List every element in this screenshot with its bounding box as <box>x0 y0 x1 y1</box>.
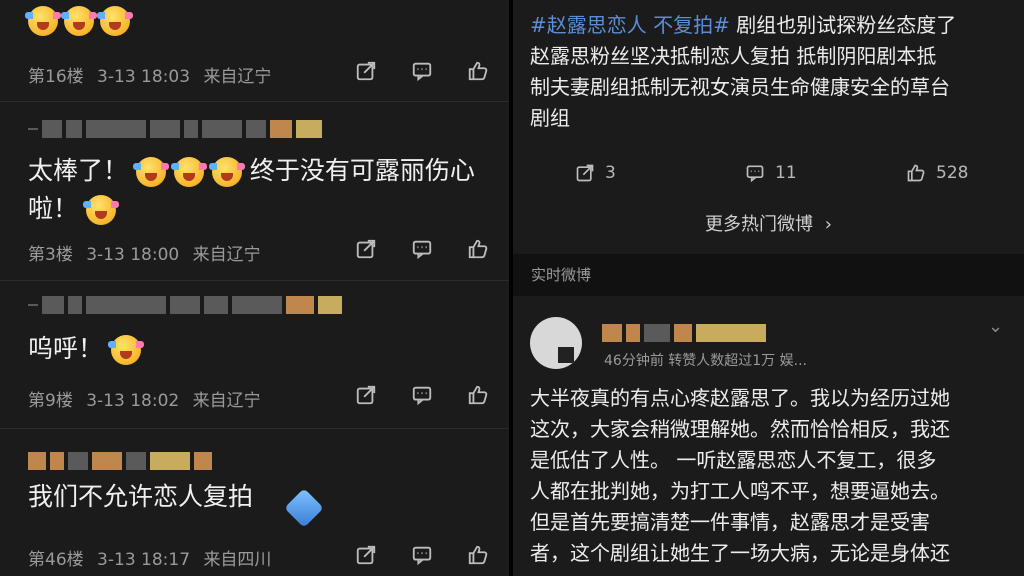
floor-number: 第9楼 <box>28 391 73 411</box>
emoji-row <box>25 6 133 36</box>
share-icon[interactable] <box>353 58 379 84</box>
hashtag-link[interactable]: #赵露思恋人 不复拍# <box>530 13 730 37</box>
comment-text: 太棒了！ 终于没有可露丽伤心 <box>28 156 475 187</box>
more-hot-posts-link[interactable]: 更多热门微博 › <box>513 210 1024 236</box>
post-line: 这次，大家会稍微理解她。然而恰恰相反，我还 <box>530 417 950 441</box>
like-icon[interactable] <box>465 542 491 568</box>
comment-date: 3-13 18:17 <box>97 550 191 570</box>
post-line: 但是首先要搞清楚一件事情，赵露思才是受害 <box>530 510 930 534</box>
comment-location: 来自辽宁 <box>192 245 261 265</box>
comment-location: 来自辽宁 <box>192 391 261 411</box>
comment-divider <box>0 428 509 429</box>
comment-icon[interactable] <box>409 382 435 408</box>
comment-divider <box>0 101 509 102</box>
comment-icon[interactable] <box>409 542 435 568</box>
like-count: 528 <box>936 163 969 183</box>
laughing-emoji-icon <box>82 195 119 225</box>
comment-divider <box>0 280 509 281</box>
comment-text-continued: 啦！ <box>28 190 119 228</box>
comment-icon[interactable] <box>409 58 435 84</box>
post-text: #赵露思恋人 不复拍# 剧组也别试探粉丝态度了 赵露思粉丝坚决抵制恋人复拍 抵制… <box>530 10 1010 134</box>
like-icon <box>907 164 925 182</box>
comment-stat[interactable]: 11 <box>745 163 797 183</box>
comment-icon <box>746 165 764 183</box>
blurred-username <box>28 118 322 140</box>
comments-panel: 第16楼 3-13 18:03 来自辽宁 太棒了！ 终于没有可露丽伤心 啦！ 第… <box>0 0 509 576</box>
comment-meta: 第3楼 3-13 18:00 来自辽宁 <box>28 240 269 265</box>
share-stat[interactable]: 3 <box>575 163 616 183</box>
comment-date: 3-13 18:00 <box>86 245 180 265</box>
share-icon[interactable] <box>353 236 379 262</box>
chevron-right-icon: › <box>824 214 832 235</box>
like-icon[interactable] <box>465 382 491 408</box>
post-meta: 46分钟前 转赞人数超过1万 娱... <box>604 353 807 369</box>
laughing-emoji-icon <box>107 335 144 365</box>
post-line: 人都在批判她，为打工人鸣不平，想要逼她去。 <box>530 479 950 503</box>
comment-meta: 第9楼 3-13 18:02 来自辽宁 <box>28 386 269 411</box>
laughing-emoji-icon <box>97 6 133 36</box>
comment-actions <box>353 236 491 262</box>
laughing-emoji-icon <box>25 6 61 36</box>
share-icon[interactable] <box>353 542 379 568</box>
section-title: 实时微博 <box>531 266 592 284</box>
like-icon[interactable] <box>465 236 491 262</box>
share-icon <box>576 164 594 182</box>
comment-text: 呜呼！ <box>28 330 144 368</box>
floor-number: 第46楼 <box>28 550 84 570</box>
comment-count: 11 <box>775 163 797 183</box>
blurred-username <box>28 294 342 316</box>
share-icon[interactable] <box>353 382 379 408</box>
post-line: 剧组 <box>530 106 570 130</box>
post-line: 制夫妻剧组抵制无视女演员生命健康安全的草台 <box>530 75 950 99</box>
comment-actions <box>353 382 491 408</box>
floor-number: 第16楼 <box>28 67 84 87</box>
post-line: 是低估了人性。 一听赵露思恋人不复工，很多 <box>530 448 937 472</box>
comment-location: 来自四川 <box>203 550 272 570</box>
like-icon[interactable] <box>465 58 491 84</box>
realtime-post-text: 大半夜真的有点心疼赵露思了。我以为经历过她 这次，大家会稍微理解她。然而恰恰相反… <box>530 383 1010 569</box>
comment-actions <box>353 542 491 568</box>
laughing-emoji-icon <box>208 157 245 187</box>
blurred-username <box>28 450 212 472</box>
comment-text: 我们不允许恋人复拍 <box>28 482 254 511</box>
realtime-section-header: 实时微博 <box>513 254 1024 296</box>
chevron-down-icon[interactable]: ⌄ <box>988 316 1003 337</box>
laughing-emoji-icon <box>170 157 207 187</box>
comment-icon[interactable] <box>409 236 435 262</box>
blurred-username <box>602 322 766 344</box>
post-line: 者，这个剧组让她生了一场大病，无论是身体还 <box>530 541 950 565</box>
avatar[interactable] <box>530 317 582 369</box>
comment-date: 3-13 18:02 <box>86 391 180 411</box>
comment-meta: 第46楼 3-13 18:17 来自四川 <box>28 545 279 570</box>
share-count: 3 <box>605 163 616 183</box>
like-stat[interactable]: 528 <box>906 163 968 183</box>
diamond-sticker-icon <box>284 488 324 528</box>
comment-date: 3-13 18:03 <box>97 67 191 87</box>
floor-number: 第3楼 <box>28 245 73 265</box>
comment-location: 来自辽宁 <box>203 67 272 87</box>
comment-meta: 第16楼 3-13 18:03 来自辽宁 <box>28 62 279 87</box>
post-line: #赵露思恋人 不复拍# 剧组也别试探粉丝态度了 <box>530 13 957 37</box>
comment-actions <box>353 58 491 84</box>
laughing-emoji-icon <box>61 6 97 36</box>
post-line: 赵露思粉丝坚决抵制恋人复拍 抵制阴阳剧本抵 <box>530 44 937 68</box>
post-line: 大半夜真的有点心疼赵露思了。我以为经历过她 <box>530 386 950 410</box>
laughing-emoji-icon <box>132 157 169 187</box>
